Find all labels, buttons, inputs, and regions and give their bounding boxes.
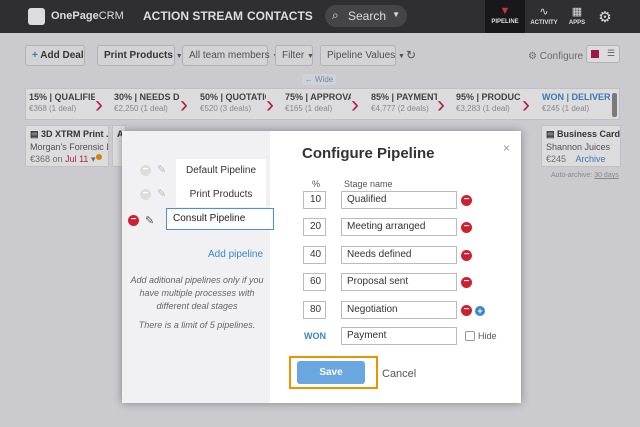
pipeline-name[interactable]: Default Pipeline xyxy=(176,159,266,183)
pencil-icon[interactable]: ✎ xyxy=(157,163,166,176)
stage-percent-input[interactable]: 60 xyxy=(303,273,326,291)
pencil-icon[interactable]: ✎ xyxy=(157,187,166,200)
stage-percent-input[interactable]: 20 xyxy=(303,218,326,236)
add-pipeline-link[interactable]: Add pipeline xyxy=(208,249,263,260)
hide-checkbox[interactable] xyxy=(465,331,475,341)
configure-pipeline-dialog: − ✎ Default Pipeline − ✎ Print Products … xyxy=(122,131,521,403)
add-stage-icon[interactable]: + xyxy=(475,306,485,316)
stage-name-input[interactable]: Qualified xyxy=(341,191,457,209)
save-button[interactable]: Save xyxy=(297,361,365,384)
pipeline-item-editing: − ✎ Consult Pipeline xyxy=(122,208,274,232)
remove-stage-icon[interactable]: − xyxy=(461,277,472,288)
won-label: WON xyxy=(304,331,326,341)
pipeline-list-pane: − ✎ Default Pipeline − ✎ Print Products … xyxy=(122,131,274,403)
pipeline-name[interactable]: Print Products xyxy=(176,183,266,207)
remove-icon[interactable]: − xyxy=(140,189,151,200)
cancel-button[interactable]: Cancel xyxy=(382,368,416,380)
stage-name-input[interactable]: Negotiation xyxy=(341,301,457,319)
percent-column-header: % xyxy=(312,179,321,189)
dialog-title: Configure Pipeline xyxy=(302,145,435,162)
stage-name-input[interactable]: Meeting arranged xyxy=(341,218,457,236)
help-text: Add aditional pipelines only if you have… xyxy=(130,275,264,311)
stage-percent-input[interactable]: 40 xyxy=(303,246,326,264)
stage-percent-input[interactable]: 10 xyxy=(303,191,326,209)
hide-label: Hide xyxy=(478,331,497,341)
pipeline-item: − ✎ Default Pipeline xyxy=(122,159,270,183)
remove-stage-icon[interactable]: − xyxy=(461,222,472,233)
remove-stage-icon[interactable]: − xyxy=(461,195,472,206)
pencil-icon[interactable]: ✎ xyxy=(145,214,154,227)
remove-stage-icon[interactable]: − xyxy=(461,250,472,261)
remove-stage-icon[interactable]: − xyxy=(461,305,472,316)
close-icon[interactable]: × xyxy=(503,141,510,155)
stage-name-input[interactable]: Needs defined xyxy=(341,246,457,264)
remove-icon[interactable]: − xyxy=(128,215,139,226)
stage-name-column-header: Stage name xyxy=(344,179,393,189)
pipeline-item: − ✎ Print Products xyxy=(122,183,270,207)
won-stage-name-input[interactable]: Payment xyxy=(341,327,457,345)
pipeline-name-input[interactable]: Consult Pipeline xyxy=(166,208,274,230)
remove-icon[interactable]: − xyxy=(140,165,151,176)
stage-name-input[interactable]: Proposal sent xyxy=(341,273,457,291)
limit-text: There is a limit of 5 pipelines. xyxy=(138,320,256,330)
stage-percent-input[interactable]: 80 xyxy=(303,301,326,319)
